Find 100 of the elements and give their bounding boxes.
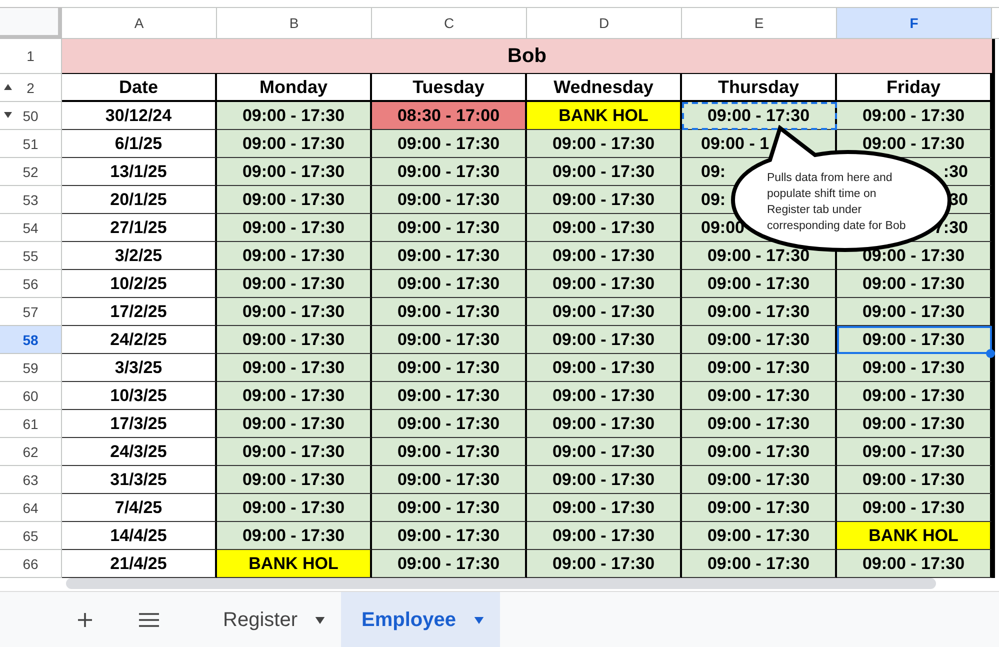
shift-cell[interactable]: 09:00 - 17:30 xyxy=(527,298,682,326)
shift-cell[interactable]: 08:30 - 17:00 xyxy=(372,102,527,130)
caret-icon[interactable] xyxy=(315,616,326,624)
row-header[interactable]: 2 xyxy=(0,74,62,102)
row-header[interactable]: 66 xyxy=(0,550,62,578)
shift-cell[interactable]: 09:00 - 17:30 xyxy=(527,494,682,522)
shift-cell[interactable]: 09:00 - 17:30 xyxy=(372,130,527,158)
shift-cell[interactable]: BANK HOL xyxy=(217,550,372,578)
row-header[interactable]: 56 xyxy=(0,270,62,298)
shift-cell[interactable]: 09:00 - 17:30 xyxy=(217,522,372,550)
shift-cell[interactable]: 09:00 - 17:30 xyxy=(837,102,992,130)
collapse-icon[interactable] xyxy=(4,84,12,90)
shift-cell[interactable]: 09:00 - 17:30 xyxy=(372,550,527,578)
shift-cell[interactable]: 09:00 - 17:30 xyxy=(527,214,682,242)
date-cell[interactable]: 27/1/25 xyxy=(62,214,217,242)
shift-cell[interactable]: 09:00 - 17:30 xyxy=(837,438,992,466)
shift-cell[interactable]: 09:00 - 17:30 xyxy=(217,242,372,270)
row-header[interactable]: 51 xyxy=(0,130,62,158)
shift-cell[interactable]: 09:00 - 17:30 xyxy=(682,242,837,270)
shift-cell[interactable]: 09:00 - 17:30 xyxy=(217,494,372,522)
shift-cell[interactable]: 09:00 - 17:30 xyxy=(372,382,527,410)
shift-cell[interactable]: 09:00 - 17:30 xyxy=(527,466,682,494)
shift-cell[interactable]: 09:00 - 17:30 xyxy=(682,494,837,522)
date-cell[interactable]: 3/3/25 xyxy=(62,354,217,382)
date-cell[interactable]: 24/2/25 xyxy=(62,326,217,354)
shift-cell[interactable]: 09:00 - 17:30 xyxy=(682,326,837,354)
row-header[interactable]: 60 xyxy=(0,382,62,410)
row-header[interactable]: 63 xyxy=(0,466,62,494)
column-header[interactable]: E xyxy=(682,7,837,39)
column-header[interactable]: A xyxy=(62,7,217,39)
column-header[interactable]: D xyxy=(527,7,682,39)
fill-handle[interactable] xyxy=(986,349,995,358)
shift-cell[interactable]: 09:00 - 17:30 xyxy=(527,242,682,270)
shift-cell[interactable]: 09:00 - 17:30 xyxy=(837,354,992,382)
column-header[interactable]: B xyxy=(217,7,372,39)
shift-cell[interactable]: 09:00 - 17:30 xyxy=(372,494,527,522)
shift-cell[interactable]: 09:00 - 17:30 xyxy=(372,438,527,466)
shift-cell[interactable]: 09:00 - 17:30 xyxy=(217,298,372,326)
row-header[interactable]: 50 xyxy=(0,102,62,130)
shift-cell[interactable]: 09:00 - 17:30 xyxy=(682,550,837,578)
shift-cell[interactable]: 09:00 - 17:30 xyxy=(217,382,372,410)
column-header[interactable]: F xyxy=(837,7,992,39)
row-header[interactable]: 64 xyxy=(0,494,62,522)
shift-cell[interactable]: 09:00 - 17:30 xyxy=(372,522,527,550)
date-cell[interactable]: 6/1/25 xyxy=(62,130,217,158)
row-header[interactable]: 61 xyxy=(0,410,62,438)
caret-icon[interactable] xyxy=(474,616,484,624)
date-cell[interactable]: 10/2/25 xyxy=(62,270,217,298)
shift-cell[interactable]: 09:00 - 17:30 xyxy=(837,130,992,158)
date-cell[interactable]: 24/3/25 xyxy=(62,438,217,466)
row-header[interactable]: 62 xyxy=(0,438,62,466)
row-header[interactable]: 52 xyxy=(0,158,62,186)
shift-cell[interactable]: 09:00 - 17:30 xyxy=(837,270,992,298)
expand-icon[interactable] xyxy=(4,112,12,118)
shift-cell[interactable]: 09:00 - 17:30 xyxy=(837,410,992,438)
shift-cell[interactable]: 09:00 - 17:30 xyxy=(527,522,682,550)
shift-cell[interactable]: 09:00 - 17:30 xyxy=(682,270,837,298)
date-cell[interactable]: 3/2/25 xyxy=(62,242,217,270)
shift-cell[interactable]: 09:00 - 17:30 xyxy=(372,326,527,354)
shift-cell[interactable]: 09:00 - 17:30 xyxy=(837,550,992,578)
shift-cell[interactable]: 09:00 - 17:30 xyxy=(837,494,992,522)
date-cell[interactable]: 10/3/25 xyxy=(62,382,217,410)
shift-cell[interactable]: 09:00 - 17:30 xyxy=(372,354,527,382)
date-cell[interactable]: 30/12/24 xyxy=(62,102,217,130)
shift-cell[interactable]: 09:00 - 17:30 xyxy=(682,438,837,466)
shift-cell[interactable]: 09:00 - 17:30 xyxy=(217,270,372,298)
shift-cell[interactable]: 09:00 - 17:30 xyxy=(527,186,682,214)
shift-cell[interactable]: 09:00 - 17:30 xyxy=(682,410,837,438)
date-cell[interactable]: 21/4/25 xyxy=(62,550,217,578)
scrollbar-thumb[interactable] xyxy=(66,578,936,589)
shift-cell[interactable]: 09:00 - 17:30 xyxy=(682,354,837,382)
date-cell[interactable]: 17/3/25 xyxy=(62,410,217,438)
shift-cell[interactable]: 09:00 - 17:30 xyxy=(217,438,372,466)
column-header[interactable]: C xyxy=(372,7,527,39)
shift-cell[interactable]: 09:00 - 17:30 xyxy=(682,102,837,130)
row-header[interactable]: 55 xyxy=(0,242,62,270)
sheet-tab[interactable]: Employee xyxy=(341,592,500,647)
shift-cell[interactable]: 09:00 - 17:30 xyxy=(372,410,527,438)
shift-cell[interactable]: 09:00 - 17:30 xyxy=(527,130,682,158)
shift-cell[interactable]: BANK HOL xyxy=(837,522,992,550)
shift-cell[interactable]: 09:00 - 17:30 xyxy=(372,466,527,494)
add-sheet-icon[interactable] xyxy=(77,612,93,628)
shift-cell[interactable]: 09:00 - 17:30 xyxy=(217,130,372,158)
shift-cell[interactable]: 09:00 - 17:30 xyxy=(527,354,682,382)
sheet-tab[interactable]: Register xyxy=(203,592,342,647)
shift-cell[interactable]: 09:00 - 17:30 xyxy=(527,438,682,466)
shift-cell[interactable]: 09:00 - 17:30 xyxy=(217,410,372,438)
shift-cell[interactable]: 09:00 - 17:30 xyxy=(527,270,682,298)
row-header[interactable]: 59 xyxy=(0,354,62,382)
row-header[interactable]: 65 xyxy=(0,522,62,550)
shift-cell[interactable]: 09:00 - 17:30 xyxy=(682,466,837,494)
row-header[interactable]: 58 xyxy=(0,326,62,354)
shift-cell[interactable]: 09:00 - 17:30 xyxy=(217,354,372,382)
shift-cell[interactable]: 09:00 - 17:30 xyxy=(682,522,837,550)
shift-cell[interactable]: 09:00 - 17:30 xyxy=(527,158,682,186)
date-cell[interactable]: 7/4/25 xyxy=(62,494,217,522)
row-header[interactable]: 54 xyxy=(0,214,62,242)
date-cell[interactable]: 31/3/25 xyxy=(62,466,217,494)
shift-cell[interactable]: 09:00 - 17:30 xyxy=(372,214,527,242)
shift-cell[interactable]: 09:00 - 17:30 xyxy=(217,326,372,354)
